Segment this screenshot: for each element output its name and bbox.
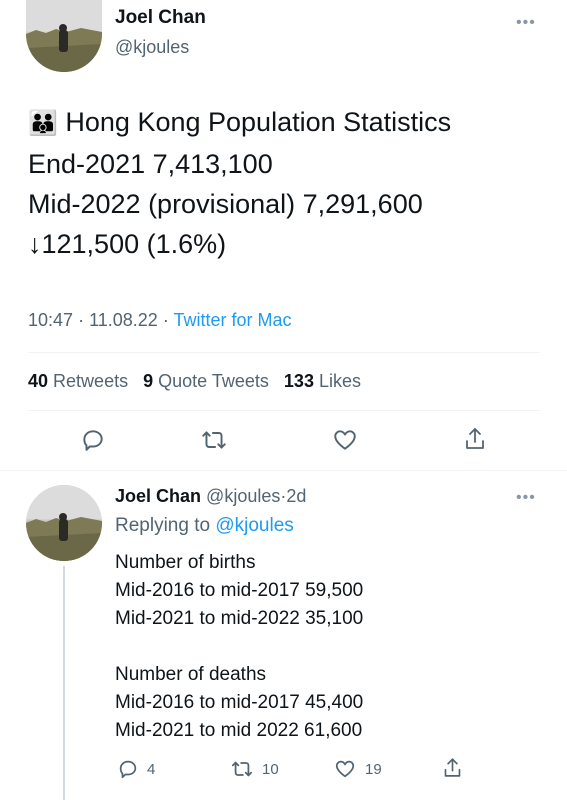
divider bbox=[28, 352, 540, 353]
tweet-line-text: Hong Kong Population Statistics bbox=[65, 107, 452, 137]
reply-author-avatar[interactable] bbox=[26, 485, 102, 561]
retweets-stat[interactable]: 40 Retweets bbox=[28, 371, 133, 391]
retweet-count: 10 bbox=[262, 760, 279, 778]
retweets-label: Retweets bbox=[53, 371, 129, 391]
retweet-button[interactable] bbox=[200, 427, 228, 453]
tweet-source[interactable]: Twitter for Mac bbox=[174, 310, 292, 330]
thread-line bbox=[63, 566, 65, 800]
tweet-time[interactable]: 10:47 bbox=[28, 310, 73, 330]
author-avatar[interactable] bbox=[26, 0, 102, 72]
reply-line: Number of births bbox=[115, 552, 256, 573]
reply-body: Number of births Mid-2016 to mid-2017 59… bbox=[115, 549, 555, 745]
reply-line: Number of deaths bbox=[115, 664, 267, 685]
meta-separator: · bbox=[162, 310, 169, 330]
reply-author-handle[interactable]: @kjoules bbox=[206, 486, 280, 506]
tweet-meta: 10:47 · 11.08.22 · Twitter for Mac bbox=[28, 310, 292, 331]
family-emoji-icon: 👪 bbox=[28, 110, 58, 137]
retweet-icon bbox=[231, 761, 253, 777]
more-icon[interactable]: ••• bbox=[516, 15, 536, 31]
likes-count: 133 bbox=[283, 371, 314, 391]
quotes-label: Quote Tweets bbox=[158, 371, 269, 391]
heart-icon bbox=[335, 760, 355, 778]
likes-label: Likes bbox=[318, 371, 362, 391]
reply-line: Mid-2016 to mid-2017 59,500 bbox=[115, 580, 364, 601]
divider bbox=[28, 410, 540, 411]
like-count: 19 bbox=[365, 760, 382, 778]
author-name[interactable]: Joel Chan bbox=[115, 7, 206, 29]
reply-line: Mid-2016 to mid-2017 45,400 bbox=[115, 692, 364, 713]
reply-icon bbox=[119, 760, 137, 779]
quotes-count: 9 bbox=[143, 371, 154, 391]
replying-to-handle[interactable]: @kjoules bbox=[215, 515, 293, 536]
meta-separator: · bbox=[78, 310, 85, 330]
tweet-line: Mid-2022 (provisional) 7,291,600 bbox=[28, 189, 423, 219]
tweet-line-title: 👪 Hong Kong Population Statistics bbox=[28, 102, 558, 144]
reply-share-button[interactable] bbox=[442, 756, 463, 780]
retweet-icon bbox=[202, 431, 226, 449]
share-icon bbox=[466, 428, 484, 449]
author-handle[interactable]: @kjoules bbox=[115, 37, 189, 58]
replying-to: Replying to @kjoules bbox=[115, 515, 294, 537]
share-icon bbox=[444, 758, 461, 777]
like-button[interactable] bbox=[331, 427, 359, 453]
section-divider bbox=[0, 470, 567, 471]
replying-to-label: Replying to bbox=[115, 515, 211, 536]
retweets-count: 40 bbox=[28, 371, 49, 391]
reply-header: Joel Chan @kjoules·2d bbox=[115, 486, 306, 507]
reply-author-name[interactable]: Joel Chan bbox=[115, 486, 201, 506]
reply-button[interactable] bbox=[80, 427, 106, 453]
reply-icon bbox=[83, 430, 103, 451]
reply-line: Mid-2021 to mid-2022 35,100 bbox=[115, 608, 364, 629]
reply-age[interactable]: 2d bbox=[286, 486, 306, 506]
reply-more-icon[interactable]: ••• bbox=[516, 490, 536, 506]
share-button[interactable] bbox=[463, 425, 487, 453]
tweet-line: ↓121,500 (1.6%) bbox=[28, 229, 227, 259]
reply-line: Mid-2021 to mid 2022 61,600 bbox=[115, 720, 363, 741]
quotes-stat[interactable]: 9 Quote Tweets bbox=[143, 371, 274, 391]
tweet-date[interactable]: 11.08.22 bbox=[89, 310, 158, 330]
tweet-body: 👪 Hong Kong Population Statistics End-20… bbox=[28, 102, 558, 264]
reply-like-button[interactable]: 19 bbox=[333, 758, 382, 780]
reply-blank-line bbox=[115, 633, 555, 661]
tweet-stats: 40 Retweets 9 Quote Tweets 133 Likes bbox=[28, 371, 361, 392]
likes-stat[interactable]: 133 Likes bbox=[284, 371, 361, 391]
heart-icon bbox=[334, 430, 356, 450]
tweet-line: End-2021 7,413,100 bbox=[28, 149, 273, 179]
reply-retweet-button[interactable]: 10 bbox=[230, 758, 279, 780]
reply-reply-button[interactable]: 4 bbox=[117, 758, 155, 780]
reply-count: 4 bbox=[147, 760, 156, 778]
